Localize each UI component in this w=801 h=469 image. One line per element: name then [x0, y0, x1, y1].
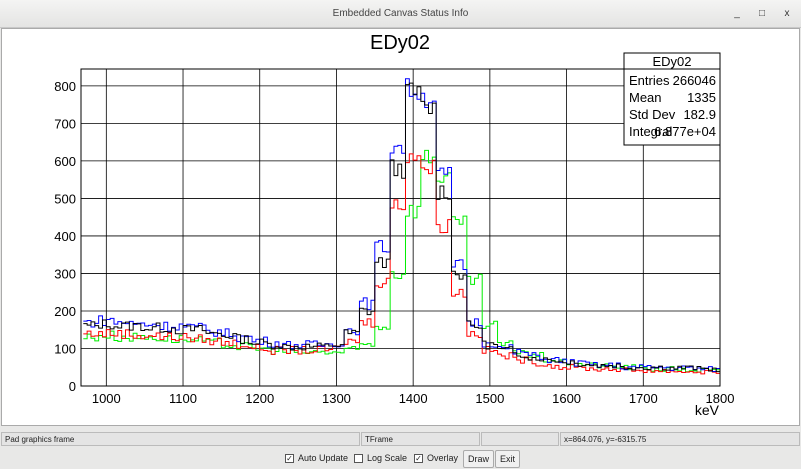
overlay-label: Overlay: [427, 453, 459, 463]
x-tick-label: 1400: [399, 391, 428, 406]
stat-value: 182.9: [683, 107, 716, 122]
overlay-checkbox[interactable]: ✓ Overlay: [414, 453, 458, 463]
status-coords: x=864.076, y=-6315.75: [560, 432, 800, 446]
y-tick-label: 0: [69, 379, 76, 394]
y-tick-label: 300: [54, 266, 76, 281]
minimize-button[interactable]: _: [730, 0, 744, 28]
x-tick-label: 1100: [169, 391, 197, 406]
x-tick-label: 1300: [322, 391, 351, 406]
title-bar: Embedded Canvas Status Info _ □ x: [0, 0, 801, 28]
control-bar: ✓ Auto Update Log Scale ✓ Overlay Draw Exi…: [0, 448, 801, 469]
x-axis-label: keV: [695, 402, 720, 418]
stat-value: 266046: [673, 73, 716, 88]
window-title: Embedded Canvas Status Info: [332, 8, 469, 19]
auto-update-checkbox[interactable]: ✓ Auto Update: [285, 453, 348, 463]
x-tick-label: 1200: [245, 391, 274, 406]
y-tick-label: 200: [54, 304, 76, 319]
histogram-red: [83, 153, 720, 375]
y-tick-label: 100: [54, 341, 76, 356]
x-tick-label: 1000: [92, 391, 121, 406]
status-class: TFrame: [361, 432, 480, 446]
stat-value: 1335: [687, 90, 716, 105]
stat-label: Mean: [629, 90, 662, 105]
y-tick-label: 800: [54, 79, 76, 94]
y-tick-label: 500: [54, 191, 76, 206]
chart-title: EDy02: [370, 32, 430, 54]
stat-value: 6.877e+04: [654, 124, 716, 139]
status-bar: Pad graphics frame TFrame x=864.076, y=-…: [0, 432, 801, 447]
checkbox-icon: [354, 453, 363, 463]
stats-box[interactable]: EDy02 Entries 266046Mean 1335Std Dev 182.9I…: [623, 52, 721, 146]
stats-title: EDy02: [652, 54, 691, 69]
log-scale-checkbox[interactable]: Log Scale: [354, 453, 407, 463]
stat-label: Std Dev: [629, 107, 676, 122]
close-button[interactable]: x: [780, 0, 794, 28]
x-tick-label: 1700: [629, 391, 658, 406]
histogram-plot[interactable]: EDy02 1000 1100 1200 1300 1400 1500 1600 1700 18…: [2, 29, 799, 425]
status-object: Pad graphics frame: [1, 432, 360, 446]
y-tick-label: 600: [54, 154, 76, 169]
checkbox-icon: ✓: [414, 453, 423, 463]
log-scale-label: Log Scale: [367, 453, 408, 463]
draw-button[interactable]: Draw: [463, 450, 495, 468]
exit-button[interactable]: Exit: [495, 450, 521, 468]
stat-label: Entries: [629, 73, 670, 88]
y-tick-label: 700: [54, 116, 76, 131]
y-tick-label: 400: [54, 229, 76, 244]
checkbox-icon: ✓: [285, 453, 294, 463]
maximize-button[interactable]: □: [755, 0, 769, 28]
x-tick-label: 1500: [475, 391, 504, 406]
root-canvas[interactable]: EDy02 1000 1100 1200 1300 1400 1500 1600 1700 18…: [1, 28, 800, 426]
auto-update-label: Auto Update: [298, 453, 349, 463]
status-empty: [481, 432, 559, 446]
x-tick-label: 1600: [552, 391, 581, 406]
